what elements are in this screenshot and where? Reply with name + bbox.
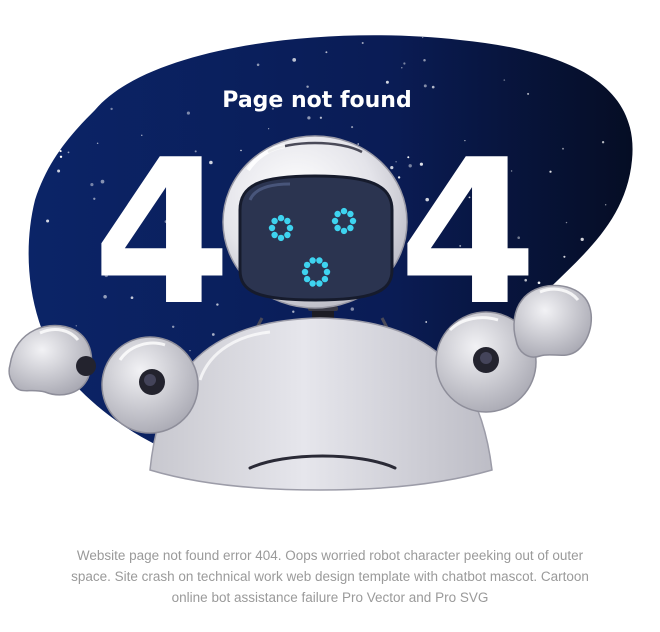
glow-dot — [334, 224, 341, 232]
star — [133, 49, 138, 54]
glow-dot — [309, 280, 316, 287]
glow-dot — [323, 268, 331, 276]
glow-dot — [347, 210, 354, 218]
star — [549, 170, 552, 173]
star — [357, 143, 360, 145]
star — [607, 296, 612, 301]
star — [423, 59, 426, 62]
star — [43, 84, 47, 88]
star — [57, 169, 61, 173]
star — [75, 325, 78, 327]
star — [28, 194, 32, 197]
star — [189, 349, 191, 352]
error-404-illustration: Page not found 4 4 — [8, 35, 633, 491]
star — [350, 307, 354, 311]
star — [385, 80, 389, 84]
star — [59, 155, 63, 159]
star — [78, 81, 80, 84]
glow-dot — [277, 234, 285, 242]
glow-dot — [334, 210, 341, 218]
star — [580, 237, 584, 242]
glow-dot — [271, 231, 278, 239]
star — [403, 62, 406, 65]
glow-dot — [286, 224, 294, 232]
star — [537, 281, 541, 285]
robot-head — [222, 135, 408, 309]
star — [59, 150, 62, 153]
star — [431, 85, 435, 89]
star — [563, 255, 566, 258]
star — [268, 128, 270, 130]
star — [601, 141, 605, 144]
glow-dot — [284, 231, 291, 239]
star — [46, 219, 50, 223]
page-title: Page not found — [222, 88, 411, 113]
glow-dot — [321, 275, 329, 283]
star — [227, 43, 230, 45]
glow-dot — [284, 217, 291, 225]
glow-dot — [340, 207, 348, 215]
star — [562, 147, 564, 150]
star — [40, 135, 43, 139]
star — [128, 35, 132, 38]
star — [605, 204, 607, 206]
glow-dot — [316, 280, 323, 287]
glow-dot — [340, 227, 348, 235]
star — [240, 149, 242, 152]
glow-dot — [303, 261, 311, 269]
star — [186, 111, 190, 115]
glow-dot — [331, 217, 339, 225]
glow-dot — [271, 217, 278, 225]
glow-dot — [303, 275, 311, 283]
star — [605, 234, 609, 238]
star — [401, 67, 403, 69]
star — [527, 92, 530, 95]
glow-dot — [277, 214, 285, 222]
star — [351, 126, 354, 129]
glow-dot — [321, 261, 329, 269]
star — [110, 107, 113, 111]
star — [307, 116, 311, 120]
star — [422, 36, 424, 39]
star — [62, 118, 66, 121]
star — [256, 63, 260, 67]
star — [108, 37, 112, 41]
robot-visor — [238, 174, 394, 302]
star — [390, 166, 394, 170]
star — [292, 310, 295, 313]
star — [423, 84, 427, 88]
glow-dot — [347, 224, 354, 232]
glow-dot — [309, 257, 316, 264]
star — [319, 116, 323, 119]
star — [67, 151, 70, 154]
glow-dot — [316, 257, 323, 264]
star — [325, 51, 328, 54]
star — [130, 46, 132, 49]
star — [395, 161, 397, 163]
glow-dot — [268, 224, 276, 232]
glow-dot — [301, 268, 309, 276]
glow-dot — [349, 217, 357, 225]
image-caption: Website page not found error 404. Oops w… — [71, 548, 589, 605]
error-digit-left: 4 — [92, 117, 231, 350]
star — [292, 58, 297, 62]
star — [361, 41, 364, 45]
star — [503, 79, 506, 81]
star — [37, 115, 39, 117]
star — [565, 221, 568, 224]
